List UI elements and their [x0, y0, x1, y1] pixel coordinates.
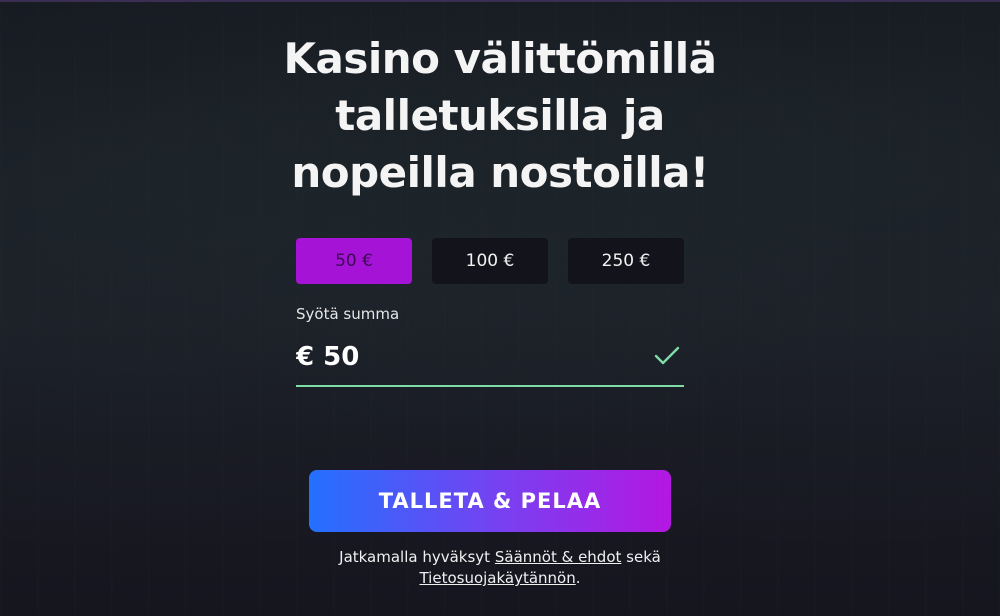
amount-option-100[interactable]: 100 €: [432, 238, 548, 284]
amount-options: 50 € 100 € 250 €: [296, 238, 686, 284]
deposit-and-play-button[interactable]: TALLETA & PELAA: [309, 470, 671, 532]
amount-input-label: Syötä summa: [296, 305, 400, 323]
privacy-policy-link[interactable]: Tietosuojakäytännön: [419, 569, 575, 587]
terms-suffix: .: [575, 569, 581, 587]
check-icon: [654, 346, 680, 365]
amount-option-250[interactable]: 250 €: [568, 238, 684, 284]
terms-prefix: Jatkamalla hyväksyt: [339, 548, 491, 566]
terms-middle: sekä: [626, 548, 661, 566]
headline: Kasino välittömillä talletuksilla ja nop…: [200, 30, 800, 201]
amount-option-50[interactable]: 50 €: [296, 238, 412, 284]
headline-line-1: Kasino välittömillä: [283, 34, 717, 83]
amount-input[interactable]: [296, 334, 636, 380]
headline-line-3: nopeilla nostoilla!: [291, 148, 709, 197]
amount-field: [296, 334, 684, 387]
terms-link[interactable]: Säännöt & ehdot: [495, 548, 622, 566]
headline-line-2: talletuksilla ja: [335, 91, 665, 140]
terms-text: Jatkamalla hyväksyt Säännöt & ehdot sekä…: [250, 547, 750, 589]
deposit-panel: Kasino välittömillä talletuksilla ja nop…: [0, 0, 1000, 616]
